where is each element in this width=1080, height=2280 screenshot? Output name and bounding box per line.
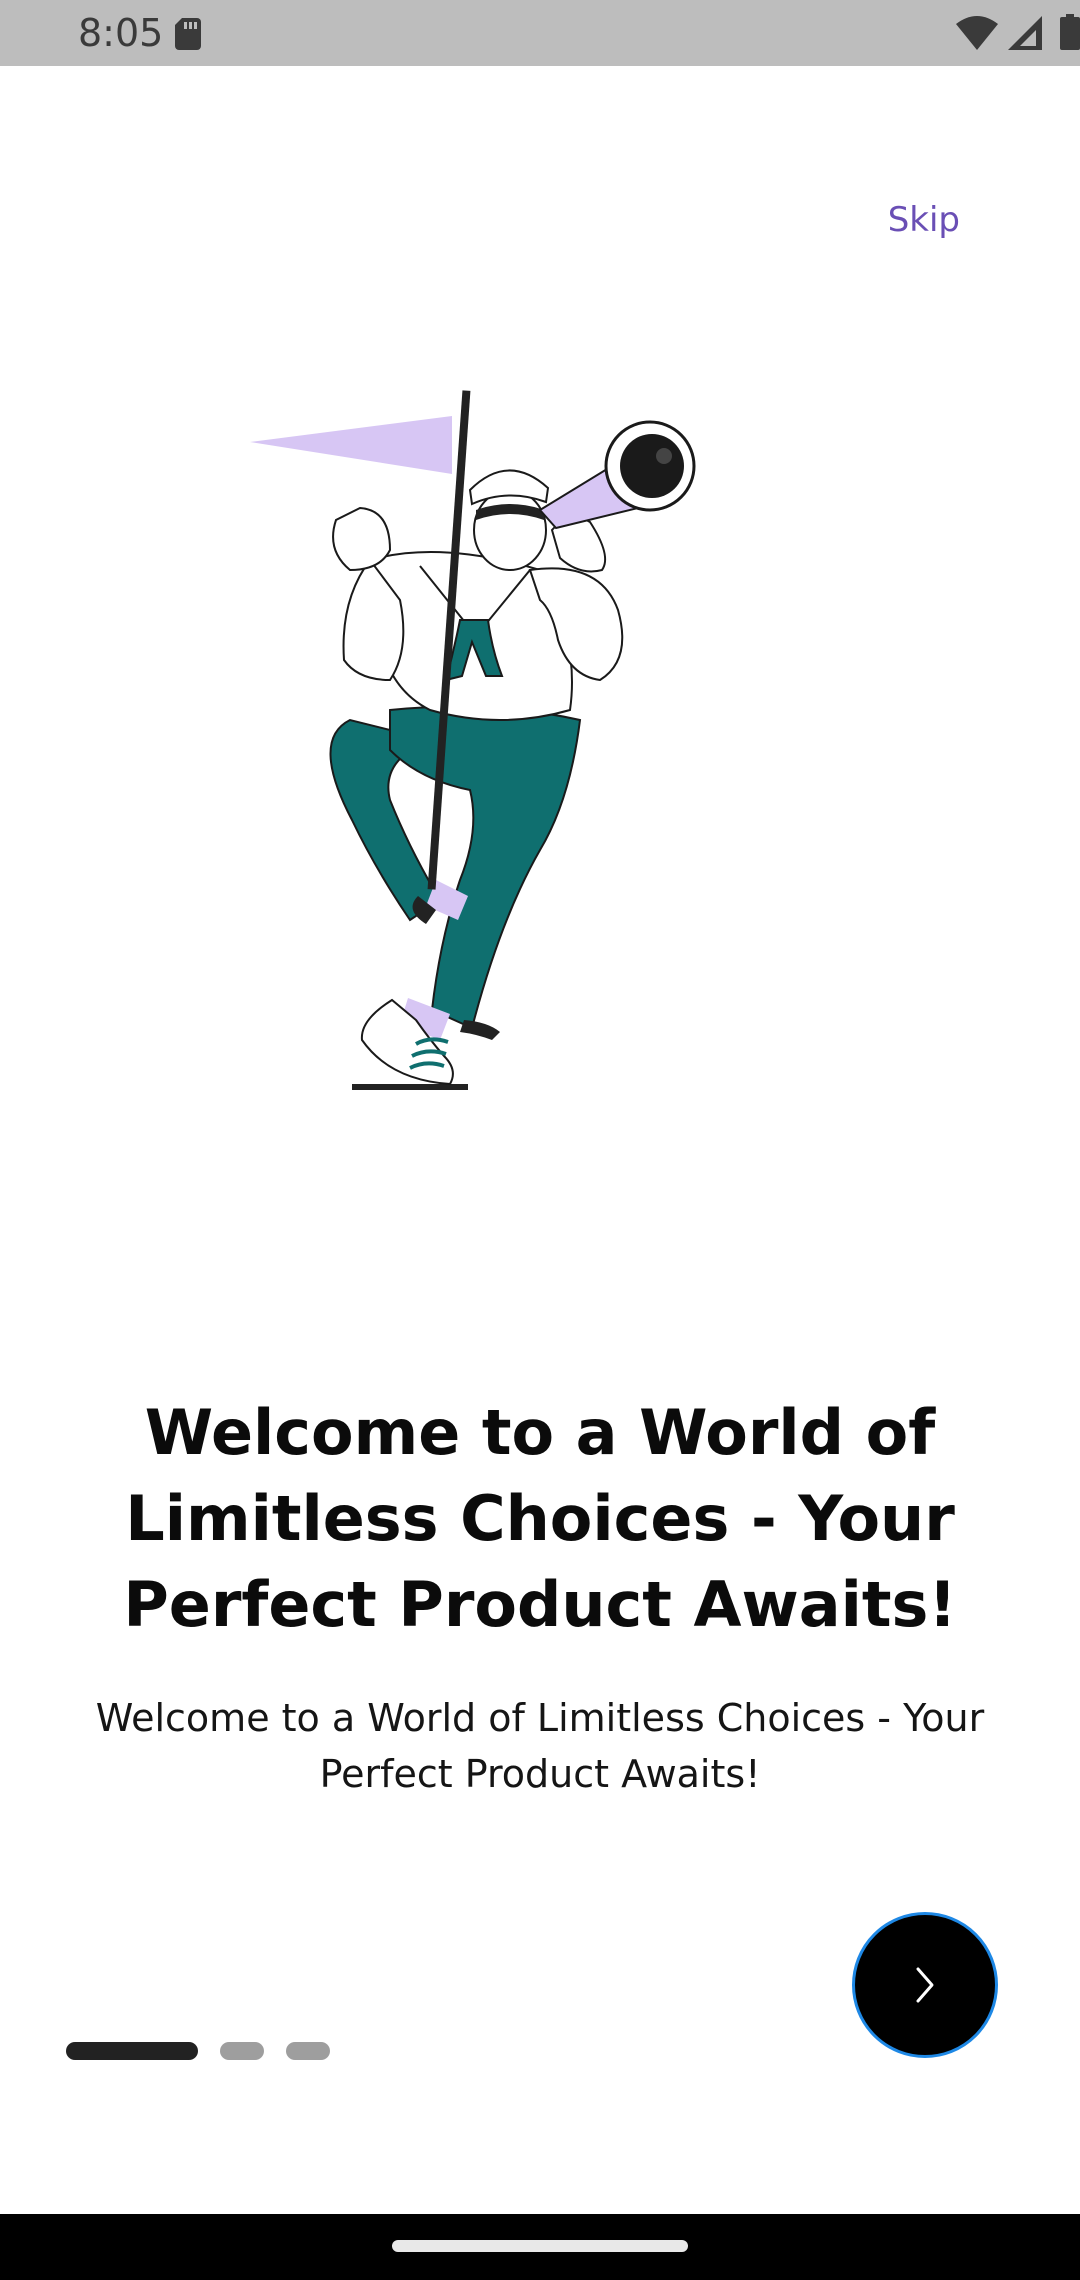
battery-icon xyxy=(1060,14,1080,50)
sailor-with-telescope-illustration xyxy=(250,390,696,1090)
wifi-icon xyxy=(956,16,998,50)
page-indicator-dot-active xyxy=(66,2042,198,2060)
chevron-right-icon xyxy=(916,1967,934,2003)
next-button[interactable] xyxy=(852,1912,998,2058)
skip-button[interactable]: Skip xyxy=(888,194,960,246)
cellular-signal-icon xyxy=(1008,16,1042,50)
onboarding-subtitle: Welcome to a World of Limitless Choices … xyxy=(95,1696,985,1796)
onboarding-title: Welcome to a World of Limitless Choices … xyxy=(123,1396,957,1641)
page-indicator-dot xyxy=(286,2042,330,2060)
page-indicator-dot xyxy=(220,2042,264,2060)
status-bar: 8:05 xyxy=(0,0,1080,66)
status-time: 8:05 xyxy=(78,11,164,55)
navigation-bar xyxy=(0,2214,1080,2280)
sd-card-icon xyxy=(175,18,201,50)
status-icons xyxy=(880,0,1080,66)
home-indicator[interactable] xyxy=(392,2240,688,2252)
